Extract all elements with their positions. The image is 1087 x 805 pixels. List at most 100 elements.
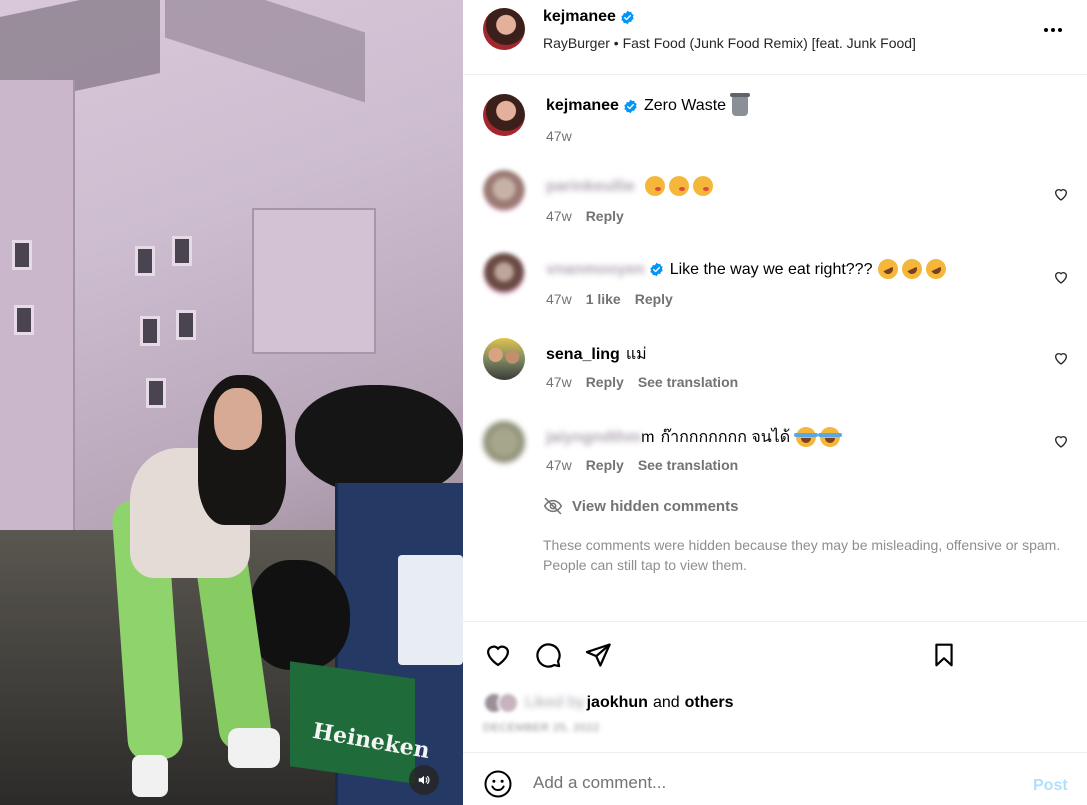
comment-composer: Post (463, 752, 1087, 805)
like-comment-heart-icon[interactable] (1053, 269, 1069, 285)
author-username[interactable]: kejmanee (543, 8, 616, 26)
media-vent (176, 310, 196, 340)
caption-text: Zero Waste (643, 97, 727, 114)
joy-emoji-icon (794, 427, 819, 447)
view-hidden-comments-button[interactable]: View hidden comments (543, 496, 738, 516)
media-vent (146, 378, 166, 408)
add-comment-input[interactable] (533, 773, 1013, 793)
audio-track-link[interactable]: RayBurger • Fast Food (Junk Food Remix) … (543, 35, 916, 51)
comment-bubble-icon (536, 643, 561, 668)
caption-avatar[interactable] (483, 94, 525, 136)
caption-username[interactable]: kejmanee (546, 97, 619, 115)
audio-toggle-button[interactable] (409, 765, 439, 795)
media-vent (135, 246, 155, 276)
more-horizontal-icon (1044, 28, 1062, 32)
save-button[interactable] (929, 640, 959, 670)
media-vent (140, 316, 160, 346)
post-media[interactable]: Heineken (0, 0, 463, 805)
media-trash-bag (250, 560, 350, 670)
comment-username[interactable]: parinkeullie (546, 178, 635, 196)
emoji-picker-icon[interactable] (483, 769, 513, 799)
comment-meta: 47w Reply See translation (546, 374, 752, 390)
media-trash-bag (295, 385, 463, 495)
liker-avatar (497, 692, 519, 714)
comment-emojis (644, 176, 717, 197)
comment-username-blurred[interactable]: jaiyngndthm (546, 429, 641, 447)
post-sidebar: kejmanee RayBurger • Fast Food (Junk Foo… (463, 0, 1087, 805)
caption-meta: 47w (546, 128, 586, 144)
verified-badge-icon (624, 99, 637, 113)
wastebasket-emoji-icon (730, 93, 751, 116)
reply-button[interactable]: Reply (586, 208, 624, 224)
comment-emojis (794, 427, 844, 448)
media-vent (12, 240, 32, 270)
more-options-button[interactable] (1041, 18, 1065, 42)
comment-avatar[interactable] (483, 170, 525, 212)
comment-text: แม่ (625, 346, 647, 363)
comment-line: parinkeullie (546, 176, 717, 197)
comment-line: jaiyngndthm m ก๊ากกกกกกก จนได้ (546, 425, 844, 450)
author-name-row: kejmanee (543, 8, 635, 26)
like-comment-heart-icon[interactable] (1053, 186, 1069, 202)
caption-line: kejmanee Zero Waste (546, 93, 751, 116)
likes-others[interactable]: others (685, 694, 734, 712)
hidden-comments-note: These comments were hidden because they … (543, 537, 1061, 573)
verified-badge-icon (621, 10, 634, 24)
media-wall-panel (252, 208, 376, 354)
media-person (214, 388, 262, 450)
see-translation-button[interactable]: See translation (638, 457, 738, 473)
author-avatar[interactable] (483, 8, 525, 50)
comment-avatar[interactable] (483, 338, 525, 380)
media-bin-label (398, 555, 463, 665)
liker-username[interactable]: jaokhun (587, 694, 648, 712)
comment-timestamp[interactable]: 47w (546, 457, 572, 473)
kissing-face-emoji-icon (644, 176, 665, 196)
comment-text: Like the way we eat right??? (669, 260, 873, 278)
comment-timestamp[interactable]: 47w (546, 374, 572, 390)
like-comment-heart-icon[interactable] (1053, 350, 1069, 366)
comment-avatar[interactable] (483, 253, 525, 295)
view-hidden-comments-label: View hidden comments (572, 497, 739, 515)
comment-meta: 47w 1 like Reply (546, 291, 687, 307)
likes-and: and (652, 694, 680, 711)
see-translation-button[interactable]: See translation (638, 374, 738, 390)
joy-emoji-icon (818, 427, 843, 447)
comment-meta: 47w Reply See translation (546, 457, 752, 473)
comment-text: ก๊ากกกกกกก จนได้ (660, 429, 791, 446)
post-header: kejmanee RayBurger • Fast Food (Junk Foo… (463, 0, 1087, 75)
comment-timestamp[interactable]: 47w (546, 208, 572, 224)
reply-button[interactable]: Reply (586, 374, 624, 390)
media-vent (14, 305, 34, 335)
comment-avatar[interactable] (483, 421, 525, 463)
heart-icon (486, 645, 510, 667)
comment-emojis (875, 255, 950, 283)
kissing-face-emoji-icon (668, 176, 689, 196)
verified-badge-icon (650, 262, 663, 277)
post-comment-button[interactable]: Post (1033, 777, 1068, 795)
reply-button[interactable]: Reply (586, 457, 624, 473)
comment-button[interactable] (533, 640, 563, 670)
comment-username[interactable]: vnanmooyen (546, 261, 645, 279)
media-person (132, 755, 168, 797)
likes-summary[interactable]: Liked by jaokhun and others (483, 692, 734, 714)
comment-timestamp[interactable]: 47w (546, 291, 572, 307)
media-person (228, 728, 280, 768)
comment-username[interactable]: sena_ling (546, 346, 620, 364)
media-vent (172, 236, 192, 266)
comment-username-visible-part: m (641, 428, 655, 446)
caption-timestamp[interactable]: 47w (546, 128, 572, 144)
like-comment-heart-icon[interactable] (1053, 433, 1069, 449)
comment-meta: 47w Reply (546, 208, 638, 224)
rofl-emoji-icon (899, 255, 926, 283)
rofl-emoji-icon (875, 255, 902, 283)
comment-like-count[interactable]: 1 like (586, 291, 621, 307)
reply-button[interactable]: Reply (635, 291, 673, 307)
like-button[interactable] (483, 640, 513, 670)
share-button[interactable] (583, 640, 613, 670)
speaker-icon (418, 775, 430, 785)
media-pillar (0, 80, 75, 530)
bookmark-icon (935, 643, 953, 667)
rofl-emoji-icon (923, 255, 950, 283)
kissing-face-emoji-icon (692, 176, 713, 196)
media-crate (290, 661, 415, 784)
